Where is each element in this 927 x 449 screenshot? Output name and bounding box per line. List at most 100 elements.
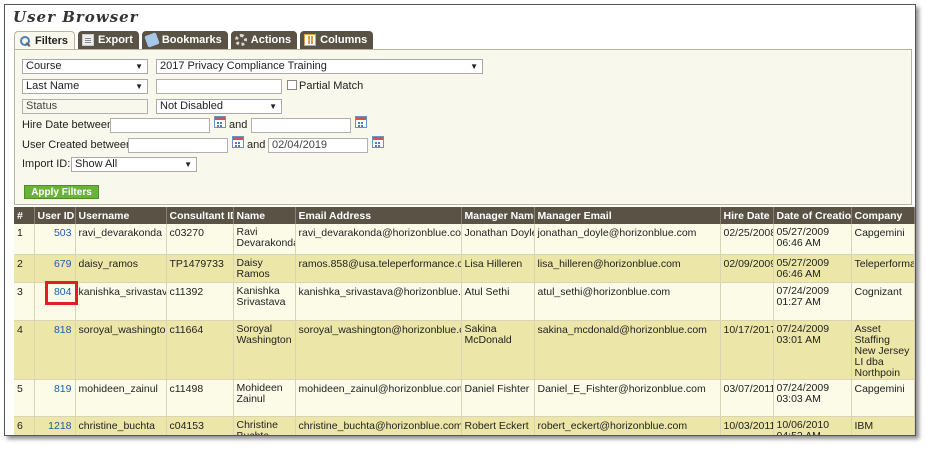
and-label: and	[247, 139, 266, 151]
user-id-link[interactable]: 1218	[34, 416, 76, 435]
column-header[interactable]: Company	[851, 207, 915, 224]
row-number: 6	[14, 416, 35, 435]
user-id-link[interactable]: 503	[34, 224, 76, 255]
user-id-text[interactable]: 679	[54, 258, 72, 270]
apply-filters-button[interactable]: Apply Filters	[24, 185, 99, 199]
tab-bookmarks[interactable]: Bookmarks	[141, 31, 228, 49]
username-cell: mohideen_zainul	[75, 379, 167, 417]
calendar-icon[interactable]	[355, 116, 367, 128]
username-cell: daisy_ramos	[75, 254, 167, 283]
page-title: User Browser	[13, 8, 139, 26]
import-id-select[interactable]: Show All ▼	[71, 157, 197, 172]
manager-name-cell: Atul Sethi	[461, 282, 535, 321]
name-cell: Christine Buchta	[233, 416, 296, 435]
company-cell: Capgemini	[851, 224, 915, 255]
table-row: 1 503 ravi_devarakonda c03270 Ravi Devar…	[14, 224, 915, 255]
partial-match-label: Partial Match	[299, 80, 364, 92]
tab-label: Bookmarks	[161, 34, 222, 46]
table-row: 5 819 mohideen_zainul c11498 Mohideen Za…	[14, 379, 915, 417]
calendar-icon[interactable]	[372, 136, 384, 148]
email-cell: christine_buchta@horizonblue.com	[295, 416, 462, 435]
calendar-icon[interactable]	[232, 136, 244, 148]
hire-date-to-input[interactable]	[251, 118, 351, 133]
consultant-id-cell: c11498	[166, 379, 234, 417]
select-value: Course	[26, 60, 62, 72]
status-select[interactable]: Not Disabled ▼	[156, 99, 282, 114]
manager-name-cell: Sakina McDonald	[461, 320, 535, 380]
table-row: 4 818 soroyal_washington c11664 Soroyal …	[14, 320, 915, 380]
tab-export[interactable]: Export	[78, 31, 139, 49]
user-id-text[interactable]: 819	[54, 383, 72, 395]
column-header[interactable]: Email Address	[295, 207, 462, 224]
calendar-icon[interactable]	[214, 116, 226, 128]
name-cell: Kanishka Srivastava	[233, 282, 296, 321]
filter-field-select-2[interactable]: Last Name ▼	[22, 79, 148, 94]
consultant-id-cell: c04153	[166, 416, 234, 435]
name-cell: Mohideen Zainul	[233, 379, 296, 417]
manager-email-cell: lisa_hilleren@horizonblue.com	[534, 254, 721, 283]
manager-email-cell: atul_sethi@horizonblue.com	[534, 282, 721, 321]
email-cell: soroyal_washington@horizonblue.com	[295, 320, 462, 380]
chevron-down-icon: ▼	[135, 82, 143, 91]
row-number: 5	[14, 379, 35, 417]
hire-date-label: Hire Date between	[22, 119, 114, 131]
user-id-text[interactable]: 503	[54, 227, 72, 239]
partial-match-checkbox[interactable]	[287, 80, 297, 90]
and-label: and	[229, 119, 248, 131]
creation-date-cell: 05/27/2009 06:46 AM	[773, 224, 852, 255]
name-cell: Ravi Devarakonda	[233, 224, 296, 255]
user-id-link[interactable]: 818	[34, 320, 76, 380]
column-header[interactable]: #	[14, 207, 35, 224]
select-value: 2017 Privacy Compliance Training	[160, 60, 327, 72]
creation-date-cell: 07/24/2009 01:27 AM	[773, 282, 852, 321]
column-header[interactable]: Username	[75, 207, 167, 224]
tab-filters[interactable]: Filters	[14, 31, 76, 50]
tab-label: Filters	[35, 35, 69, 47]
column-header[interactable]: User ID	[34, 207, 76, 224]
name-cell: Daisy Ramos	[233, 254, 296, 283]
chevron-down-icon: ▼	[135, 62, 143, 71]
manager-name-cell: Jonathan Doyle	[461, 224, 535, 255]
consultant-id-cell: TP1479733	[166, 254, 234, 283]
tab-columns[interactable]: Columns	[300, 31, 374, 49]
username-cell: kanishka_srivastava	[75, 282, 167, 321]
column-header[interactable]: Consultant ID	[166, 207, 234, 224]
tab-label: Export	[98, 34, 133, 46]
course-select[interactable]: 2017 Privacy Compliance Training ▼	[156, 59, 483, 74]
consultant-id-cell: c11664	[166, 320, 234, 380]
select-value: Show All	[75, 158, 118, 170]
company-cell: Capgemini	[851, 379, 915, 417]
users-table: # User ID Username Consultant ID Name Em…	[14, 207, 915, 435]
email-cell: kanishka_srivastava@horizonblue.com	[295, 282, 462, 321]
user-created-label: User Created between	[22, 139, 133, 151]
column-header[interactable]: Manager Name	[461, 207, 535, 224]
tab-bar: Filters Export Bookmarks Actions Columns	[14, 31, 374, 50]
user-id-link[interactable]: 679	[34, 254, 76, 283]
gear-icon	[234, 34, 247, 46]
bookmark-icon	[144, 32, 160, 48]
consultant-id-cell: c11392	[166, 282, 234, 321]
user-created-from-input[interactable]	[128, 138, 228, 153]
column-header[interactable]: Manager Email	[534, 207, 721, 224]
hire-date-from-input[interactable]	[110, 118, 210, 133]
column-header[interactable]: Hire Date	[720, 207, 774, 224]
user-id-text[interactable]: 1218	[48, 420, 71, 432]
user-id-link[interactable]: 819	[34, 379, 76, 417]
highlight-box	[45, 281, 78, 305]
tab-actions[interactable]: Actions	[230, 31, 298, 49]
chevron-down-icon: ▼	[470, 62, 478, 71]
magnifier-icon	[19, 35, 31, 47]
username-cell: christine_buchta	[75, 416, 167, 435]
company-cell: Teleperforman	[851, 254, 915, 283]
filter-field-select-1[interactable]: Course ▼	[22, 59, 148, 74]
last-name-input[interactable]	[156, 79, 282, 94]
table-header-row: # User ID Username Consultant ID Name Em…	[14, 207, 915, 224]
user-browser-window: User Browser Filters Export Bookmarks Ac…	[4, 4, 916, 436]
user-created-to-input[interactable]: 02/04/2019	[268, 138, 368, 153]
consultant-id-cell: c03270	[166, 224, 234, 255]
column-header[interactable]: Date of Creation	[773, 207, 852, 224]
table-row: 3 804 kanishka_srivastava c11392 Kanishk…	[14, 282, 915, 321]
manager-email-cell: robert_eckert@horizonblue.com	[534, 416, 721, 435]
user-id-text[interactable]: 818	[54, 324, 72, 336]
column-header[interactable]: Name	[233, 207, 296, 224]
